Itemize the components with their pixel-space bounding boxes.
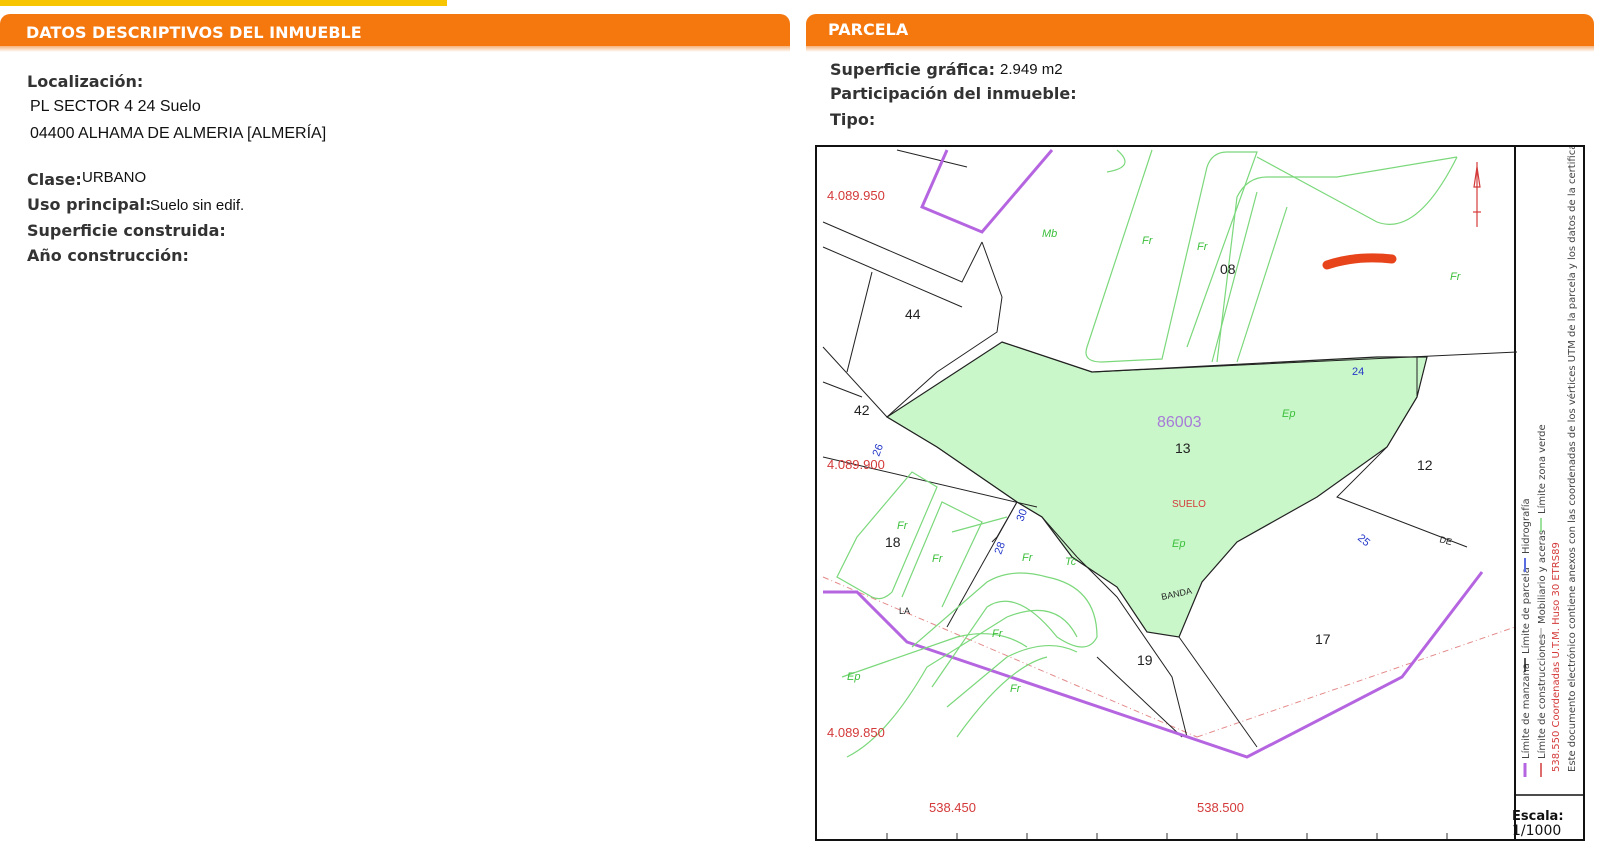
zone-code: Ep (847, 671, 860, 683)
zone-code: Mb (1042, 228, 1057, 240)
map-scale: Escala: 1/1000 (1512, 809, 1564, 839)
zone-code: Ep (1282, 408, 1295, 420)
coord-y-label: 4.089.900 (827, 457, 885, 472)
legend-item: Mobiliario y aceras (1537, 530, 1548, 624)
anio-construccion-label: Año construcción: (27, 246, 189, 265)
zone-code: Fr (1142, 235, 1154, 247)
legend-item: Límite de parcela (1520, 567, 1532, 654)
localizacion-label: Localización: (27, 72, 144, 91)
zone-code: Fr (1450, 271, 1462, 283)
superficie-grafica-label: Superficie gráfica: (830, 60, 996, 79)
uso-principal-value: Suelo sin edif. (150, 197, 245, 214)
zone-code: Tc (1065, 556, 1077, 568)
coord-y-label: 4.089.850 (827, 725, 885, 740)
parcel-use: SUELO (1172, 499, 1206, 510)
clase-value: URBANO (82, 169, 147, 186)
parcel-13-shape (885, 341, 1428, 638)
uso-principal-label: Uso principal: (27, 195, 152, 214)
zone-code: Fr (1022, 552, 1034, 564)
localizacion-line2: 04400 ALHAMA DE ALMERIA [ALMERÍA] (30, 125, 327, 142)
block-number: 17 (1315, 631, 1331, 647)
block-number: 19 (1137, 652, 1153, 668)
legend-item: Hidrografía (1520, 498, 1532, 554)
block-number: 08 (1220, 261, 1236, 277)
document-note: Este documento electrónico contiene anex… (1566, 147, 1578, 772)
zone-code: Ep (1172, 538, 1185, 550)
street-number: 26 (871, 442, 886, 458)
zone-code: Fr (992, 628, 1004, 640)
block-number: 18 (885, 534, 901, 550)
participacion-label: Participación del inmueble: (830, 84, 1077, 103)
zone-code: Fr (932, 553, 944, 565)
block-number: 42 (854, 402, 870, 418)
parcel-reference: 86003 (1157, 414, 1202, 431)
coord-y-label: 4.089.950 (827, 188, 885, 203)
parcel-number: 13 (1175, 440, 1191, 456)
block-number: 12 (1417, 457, 1433, 473)
legend-item: Límite zona verde (1536, 424, 1548, 514)
red-scribble-mark (1322, 253, 1397, 270)
street-number: 25 (1355, 532, 1372, 549)
section-header-parcela: PARCELA (806, 14, 1594, 52)
scale-label: Escala: (1512, 809, 1564, 824)
coord-x-label: 538.500 (1197, 800, 1244, 815)
clase-label: Clase: (27, 170, 82, 189)
zone-code: Fr (897, 520, 909, 532)
localizacion-line1: PL SECTOR 4 24 Suelo (30, 98, 201, 115)
street-number: 28 (993, 540, 1008, 556)
legend-item: Límite de manzana (1520, 663, 1532, 759)
cadastral-map: 4.089.950 4.089.900 4.089.850 538.450 53… (815, 145, 1585, 841)
street-number: 24 (1352, 366, 1364, 378)
scale-value: 1/1000 (1512, 823, 1562, 839)
block-number: 44 (905, 306, 921, 322)
map-drawing: 4.089.950 4.089.900 4.089.850 538.450 53… (822, 147, 1583, 839)
zone-code: Fr (1010, 683, 1022, 695)
section-header-datos: DATOS DESCRIPTIVOS DEL INMUEBLE (0, 14, 790, 52)
map-legend: Límite de manzana Límite de parcela Hidr… (1520, 424, 1548, 777)
superficie-grafica-value: 2.949 m2 (1000, 61, 1063, 78)
superficie-construida-label: Superficie construida: (27, 221, 226, 240)
legend-item: Límite de construcciones (1536, 634, 1548, 759)
north-arrow-icon (1473, 162, 1481, 227)
street-name: LA (899, 606, 910, 616)
coord-system-note: 538.550 Coordenadas U.T.M. Huso 30 ETRS8… (1551, 542, 1562, 772)
top-accent-bar (0, 0, 447, 6)
street-number: 30 (1015, 507, 1030, 523)
zone-code: Fr (1197, 241, 1209, 253)
coord-x-label: 538.450 (929, 800, 976, 815)
street-name: DE (1438, 534, 1453, 547)
tipo-label: Tipo: (830, 110, 876, 129)
